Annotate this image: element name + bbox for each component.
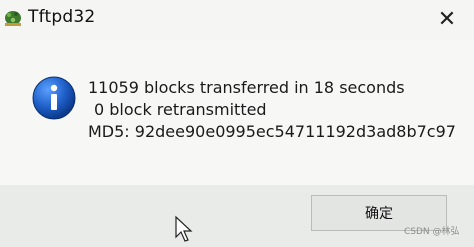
watermark: CSDN @林弘: [404, 227, 460, 237]
tftpd-app-icon: [5, 11, 21, 26]
information-icon: [32, 76, 76, 120]
message-dialog: Tftpd32 ✕ 11059 blocks transferred in 18…: [0, 0, 474, 247]
mouse-cursor-icon: [175, 215, 193, 242]
message-line-retransmitted: 0 block retransmitted: [94, 100, 267, 119]
close-icon[interactable]: ✕: [432, 4, 462, 34]
window-title: Tftpd32: [28, 7, 96, 27]
message-line-blocks: 11059 blocks transferred in 18 seconds: [88, 78, 405, 97]
title-bar[interactable]: Tftpd32 ✕: [0, 0, 474, 40]
message-line-md5: MD5: 92dee90e0995ec54711192d3ad8b7c97: [88, 122, 456, 141]
